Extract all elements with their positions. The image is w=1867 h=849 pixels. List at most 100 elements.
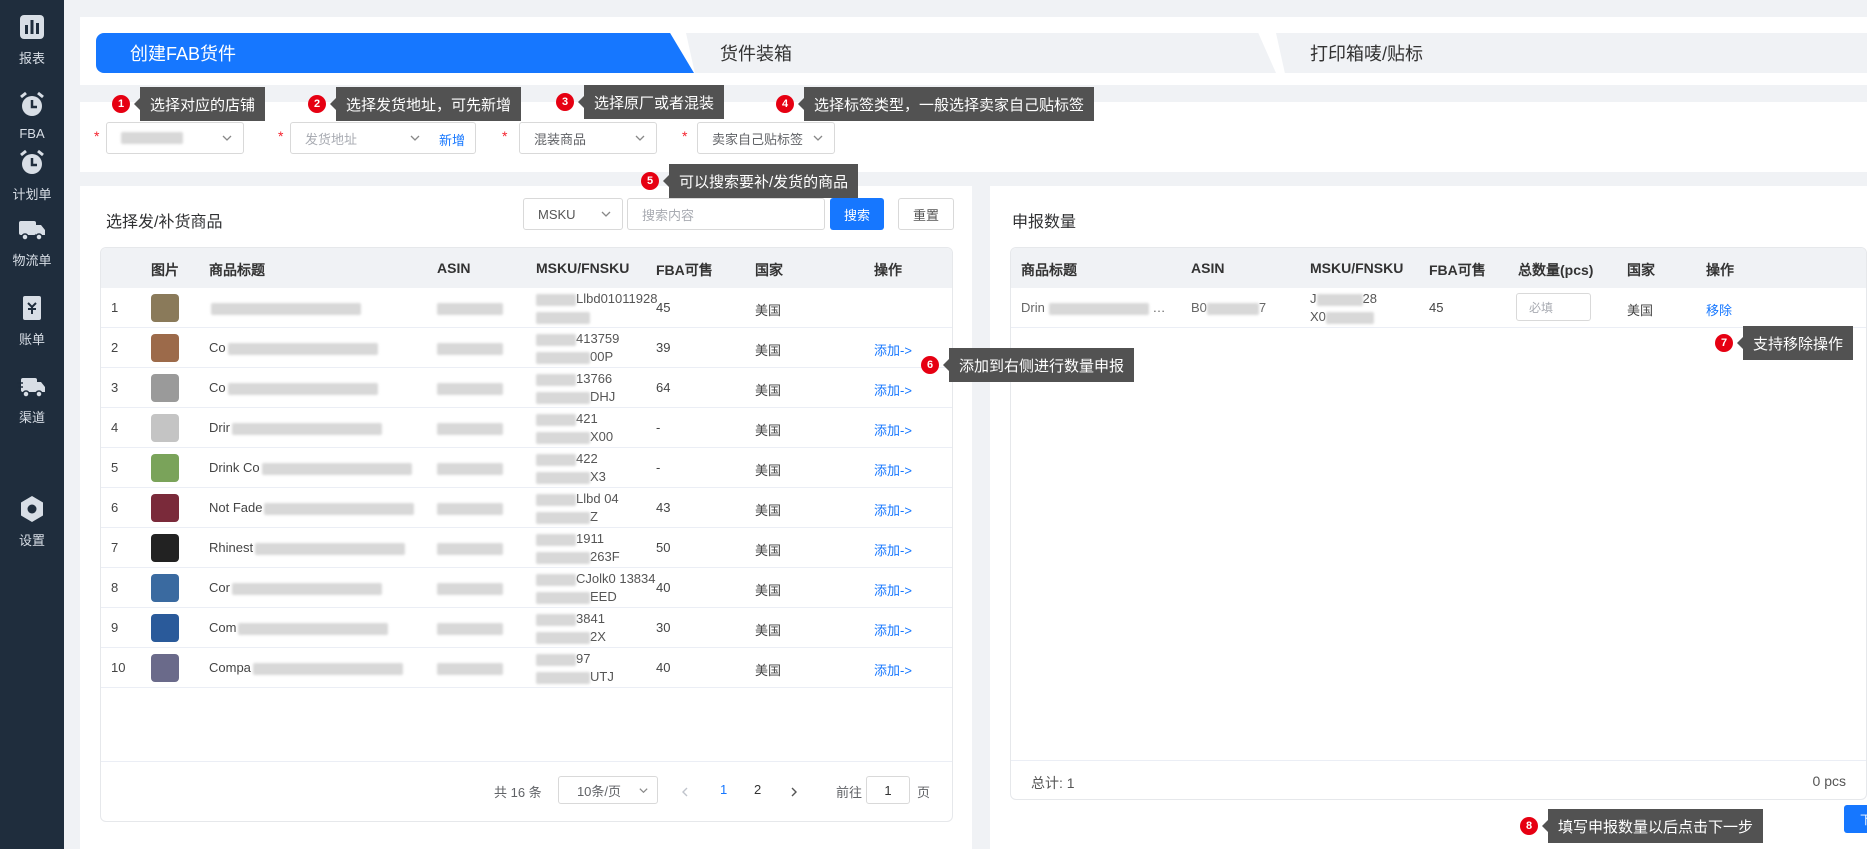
chevron-down-icon <box>813 135 823 141</box>
cell-msku-line1: 97 <box>576 651 591 666</box>
sidebar-item-logistics[interactable]: 物流单 <box>0 202 64 280</box>
add-button[interactable]: 添加-> <box>874 660 912 679</box>
redacted-text <box>536 453 576 466</box>
redacted-text <box>536 311 590 324</box>
callout-text: 选择原厂或者混装 <box>577 85 725 119</box>
table-row: 6 Not Fade Llbd 04 Z 43 美国 添加-> <box>101 488 952 528</box>
table-row: 1 Llbd01011928 45 美国 <box>101 288 952 328</box>
shop-select[interactable] <box>106 122 244 154</box>
sidebar-item-label: 设置 <box>18 533 45 548</box>
add-button[interactable]: 添加-> <box>874 380 912 399</box>
add-button[interactable]: 添加-> <box>874 420 912 439</box>
redacted-text <box>536 573 576 586</box>
callout-text: 添加到右侧进行数量申报 <box>942 348 1135 382</box>
redacted-text <box>536 533 576 546</box>
cell-fba: - <box>656 460 661 475</box>
redacted-text <box>252 662 403 675</box>
cell-fba: 39 <box>656 340 671 355</box>
add-button[interactable]: 添加-> <box>874 540 912 559</box>
redacted-text <box>536 413 576 426</box>
cell-asin <box>437 340 503 355</box>
table-row: 7 Rhinest 1911 263F 50 美国 添加-> <box>101 528 952 568</box>
redacted-text <box>437 622 503 635</box>
column-header: MSKU/FNSKU <box>1310 260 1404 276</box>
search-button[interactable]: 搜索 <box>830 198 884 230</box>
cell-msku-line1: 3841 <box>576 611 605 626</box>
column-header: MSKU/FNSKU <box>536 260 630 276</box>
cell-title-text: Drink Co <box>209 460 260 475</box>
cell-msku-line1: J <box>1310 291 1317 306</box>
callout-badge: 1 <box>112 95 130 113</box>
page-size-select[interactable]: 10条/页 <box>558 776 658 804</box>
bill-icon <box>23 296 41 320</box>
callout-badge: 3 <box>556 93 574 111</box>
cell-country: 美国 <box>755 383 782 398</box>
sidebar-item-settings[interactable]: 设置 <box>0 482 64 560</box>
chevron-left-icon[interactable] <box>680 786 690 798</box>
table-header: 图片 商品标题 ASIN MSKU/FNSKU FBA可售 国家 操作 <box>101 248 952 288</box>
cell-asin <box>437 420 503 435</box>
redacted-text <box>1206 302 1259 315</box>
cell-asin <box>437 300 503 315</box>
cell-msku: 3841 2X <box>536 610 606 646</box>
add-button[interactable]: 添加-> <box>874 340 912 359</box>
redacted-text <box>536 511 590 524</box>
quantity-input[interactable]: 必填 <box>1516 293 1591 321</box>
sidebar-item-channel[interactable]: 渠道 <box>0 359 64 437</box>
callout-4: 4 选择标签类型，一般选择卖家自己贴标签 <box>776 87 1095 121</box>
product-thumbnail <box>151 574 179 602</box>
cell-msku-line2: 2X <box>590 629 606 644</box>
add-button[interactable]: 添加-> <box>874 620 912 639</box>
redacted-text <box>264 502 415 515</box>
cell-index: 3 <box>111 380 119 395</box>
chevron-down-icon <box>222 135 232 141</box>
cell-asin <box>437 660 503 675</box>
callout-text: 填写申报数量以后点击下一步 <box>1541 809 1764 843</box>
cell-asin <box>437 460 503 475</box>
chevron-right-icon[interactable] <box>789 786 799 798</box>
add-address-link[interactable]: 新增 <box>439 130 465 149</box>
address-select[interactable]: 发货地址 新增 <box>290 122 476 154</box>
product-thumbnail <box>151 614 179 642</box>
cell-title-text: Com <box>209 620 237 635</box>
page-number-current[interactable]: 1 <box>720 782 727 797</box>
cell-title-text: Co <box>209 340 226 355</box>
page-number[interactable]: 2 <box>754 782 761 797</box>
callout-badge: 4 <box>776 95 794 113</box>
label-select[interactable]: 卖家自己贴标签 <box>697 122 835 154</box>
column-header: ASIN <box>437 260 471 276</box>
reset-button[interactable]: 重置 <box>898 198 954 230</box>
mix-value: 混装商品 <box>534 131 587 147</box>
cell-country: 美国 <box>755 543 782 558</box>
hexagon-gear-icon <box>21 496 43 522</box>
add-button[interactable]: 添加-> <box>874 500 912 519</box>
goto-page-input[interactable]: 1 <box>866 776 910 804</box>
goto-prefix: 前往 <box>836 785 863 800</box>
column-header: 操作 <box>1706 262 1734 278</box>
goto-suffix: 页 <box>917 785 931 800</box>
search-input[interactable]: 搜索内容 <box>627 198 825 230</box>
table-row: 9 Com 3841 2X 30 美国 添加-> <box>101 608 952 648</box>
cell-title: Rhinest <box>209 540 406 555</box>
required-mark: * <box>682 128 688 144</box>
product-table: 图片 商品标题 ASIN MSKU/FNSKU FBA可售 国家 操作 1 Llb… <box>100 247 953 822</box>
search-field-select[interactable]: MSKU <box>523 198 623 230</box>
callout-3: 3 选择原厂或者混装 <box>556 85 725 119</box>
cell-index: 2 <box>111 340 119 355</box>
add-button[interactable]: 添加-> <box>874 580 912 599</box>
add-button[interactable]: 添加-> <box>874 460 912 479</box>
mix-select[interactable]: 混装商品 <box>519 122 657 154</box>
cell-msku: 1911 263F <box>536 530 620 566</box>
redacted-text <box>536 591 590 604</box>
step-create-shipment[interactable]: 创建FAB货件 <box>96 33 694 73</box>
cell-msku-line1: 422 <box>576 451 598 466</box>
sidebar-item-bill[interactable]: 账单 <box>0 281 64 359</box>
step-packing[interactable]: 货件装箱 <box>686 33 1276 73</box>
step-print-label[interactable]: 打印箱唛/贴标 <box>1276 33 1867 73</box>
redacted-text <box>437 582 503 595</box>
remove-button[interactable]: 移除 <box>1706 300 1732 319</box>
cell-asin: B0 7 <box>1191 300 1266 315</box>
next-step-button[interactable]: 下一步 <box>1844 805 1867 833</box>
redacted-text <box>536 391 590 404</box>
sidebar-item-report[interactable]: 报表 <box>0 0 64 78</box>
